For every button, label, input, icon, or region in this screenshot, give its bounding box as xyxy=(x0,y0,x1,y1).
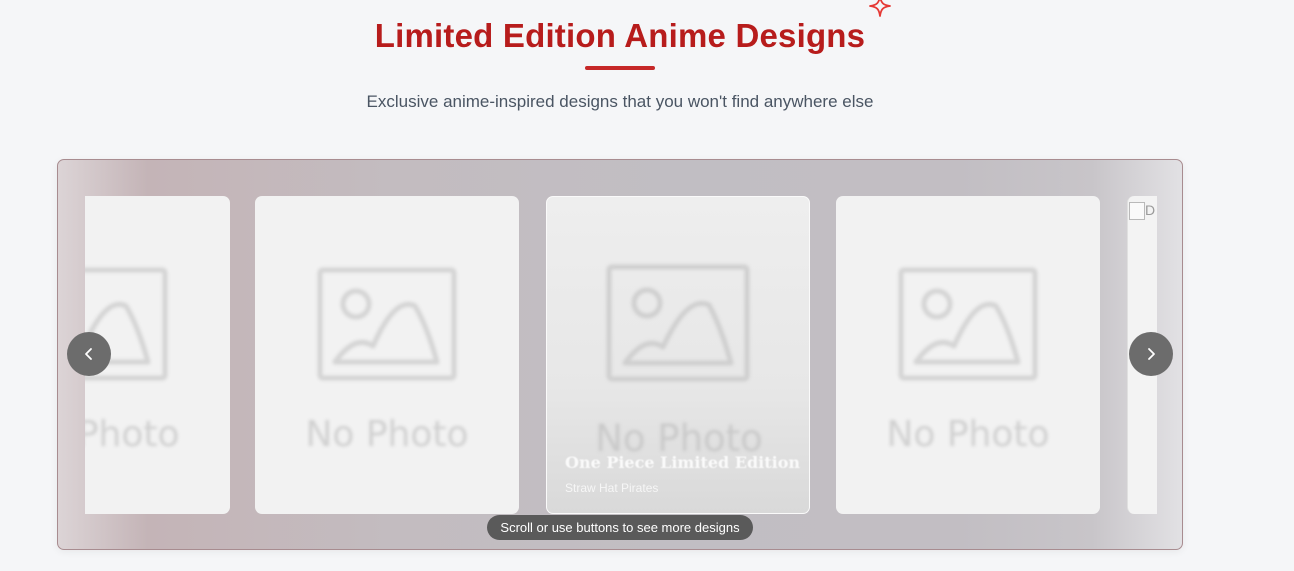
carousel-prev-button[interactable] xyxy=(67,332,111,376)
svg-text:No Photo: No Photo xyxy=(85,414,180,455)
carousel-next-button[interactable] xyxy=(1129,332,1173,376)
image-placeholder-icon: No Photo xyxy=(305,267,469,455)
limited-edition-section: Limited Edition Anime Designs Exclusive … xyxy=(0,0,1294,571)
svg-text:No Photo: No Photo xyxy=(886,414,1049,455)
chevron-left-icon xyxy=(85,348,92,360)
design-card[interactable]: No Photo xyxy=(255,196,519,514)
title-underline xyxy=(585,66,655,70)
broken-image-icon xyxy=(1129,202,1145,220)
section-title: Limited Edition Anime Designs xyxy=(374,17,866,54)
design-card-featured[interactable]: No Photo One Piece Limited Edition Straw… xyxy=(546,196,810,514)
card-title: One Piece Limited Edition xyxy=(565,453,800,472)
designs-carousel[interactable]: No Photo No Photo No Photo One Piece Lim… xyxy=(57,159,1183,550)
carousel-track[interactable]: No Photo No Photo No Photo One Piece Lim… xyxy=(85,196,1157,516)
card-subtitle: Straw Hat Pirates xyxy=(565,481,659,495)
section-subtitle: Exclusive anime-inspired designs that yo… xyxy=(366,92,874,111)
image-alt-text: D xyxy=(1145,202,1156,218)
image-placeholder-icon: No Photo xyxy=(886,267,1050,455)
chevron-right-icon xyxy=(1148,348,1155,360)
svg-text:No Photo: No Photo xyxy=(305,414,468,455)
design-card[interactable]: No Photo xyxy=(836,196,1100,514)
scroll-hint: Scroll or use buttons to see more design… xyxy=(487,515,753,540)
